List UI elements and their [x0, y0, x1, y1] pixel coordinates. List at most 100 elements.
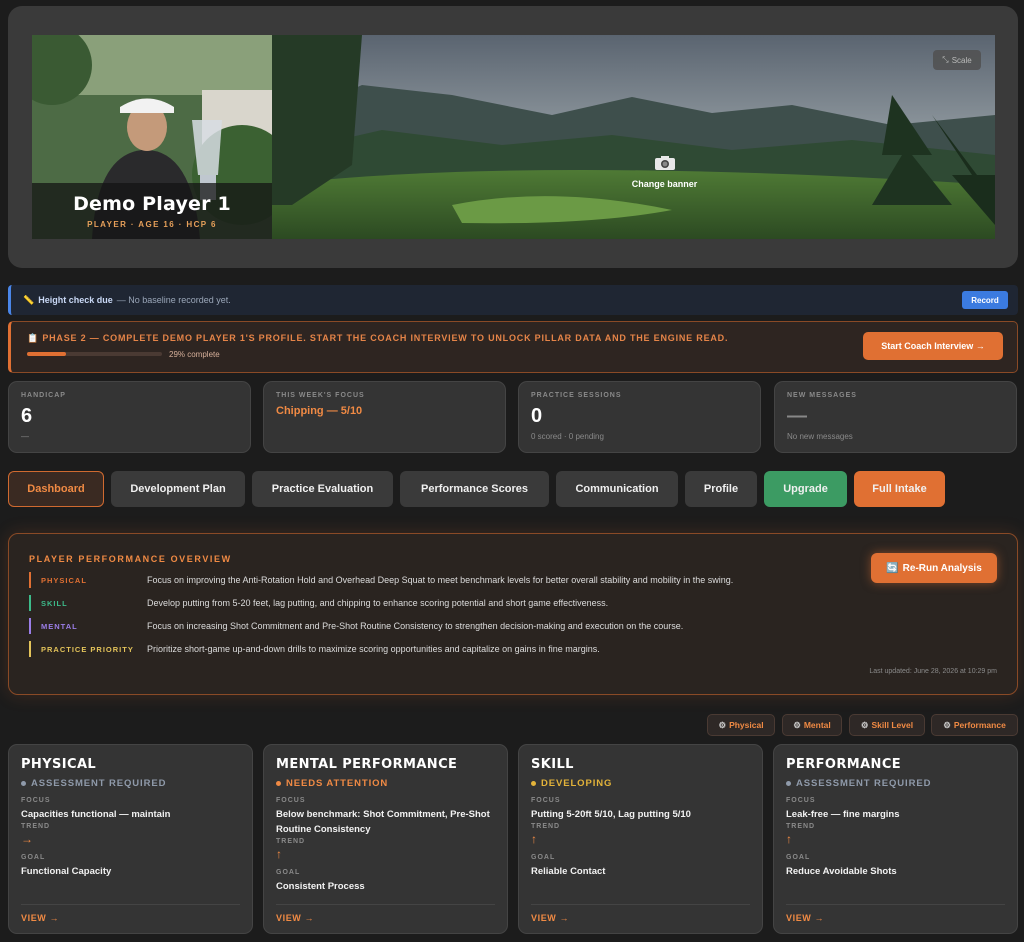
filter-performance[interactable]: ⚙ Performance: [931, 714, 1018, 736]
pillar-status: ASSESSMENT REQUIRED: [786, 778, 1005, 789]
status-label: DEVELOPING: [541, 778, 613, 789]
trend-arrow-icon: ↑: [786, 832, 792, 846]
focus-label: FOCUS: [786, 797, 816, 804]
overview-desc: Focus on improving the Anti-Rotation Hol…: [147, 575, 734, 585]
refresh-icon: 🔄: [886, 562, 899, 574]
height-check-alert: 📏 Height check due — No baseline recorde…: [8, 285, 1018, 315]
divider: [276, 904, 495, 905]
phase-text: 📋 PHASE 2 — COMPLETE DEMO PLAYER 1'S PRO…: [27, 333, 728, 344]
tab-performance-scores[interactable]: Performance Scores: [400, 471, 549, 507]
scale-label: Scale: [951, 55, 972, 65]
trend-arrow-icon: ↑: [276, 847, 282, 861]
filter-label: Performance: [953, 720, 1006, 730]
stat-sub: No new messages: [787, 432, 853, 441]
goal-value: Reduce Avoidable Shots: [786, 866, 897, 877]
stat-value: Chipping — 5/10: [276, 405, 363, 417]
pillar-status: DEVELOPING: [531, 778, 750, 789]
pillar-status: NEEDS ATTENTION: [276, 778, 495, 789]
pillar-title: PERFORMANCE: [786, 757, 902, 772]
rerun-analysis-button[interactable]: 🔄 Re-Run Analysis: [871, 553, 997, 583]
goal-label: GOAL: [276, 869, 301, 876]
pillar-title: SKILL: [531, 757, 574, 772]
overview-row-practice-priority: PRACTICE PRIORITY Prioritize short-game …: [29, 641, 600, 657]
tab-communication[interactable]: Communication: [556, 471, 678, 507]
filter-mental[interactable]: ⚙ Mental: [782, 714, 842, 736]
progress-label: 29% complete: [169, 350, 220, 359]
goal-label: GOAL: [21, 854, 46, 861]
phase-banner: 📋 PHASE 2 — COMPLETE DEMO PLAYER 1'S PRO…: [8, 321, 1018, 373]
change-banner-label: Change banner: [631, 179, 698, 189]
handicap-card: HANDICAP 6 —: [8, 381, 251, 453]
gear-icon: ⚙: [793, 719, 801, 730]
phase-label: PHASE 2 — COMPLETE DEMO PLAYER 1'S PROFI…: [42, 333, 729, 343]
divider: [21, 904, 240, 905]
view-link[interactable]: VIEW →: [531, 913, 569, 923]
stat-label: NEW MESSAGES: [787, 392, 857, 399]
profile-progress-bar: [27, 352, 162, 356]
trend-label: TREND: [276, 838, 306, 845]
banner-section: Demo Player 1 PLAYER · AGE 16 · HCP 6 Ch…: [8, 6, 1018, 268]
focus-value: Leak-free — fine margins: [786, 809, 900, 820]
overview-tag: MENTAL: [29, 618, 147, 634]
trend-label: TREND: [21, 823, 51, 830]
player-meta: PLAYER · AGE 16 · HCP 6: [87, 220, 217, 229]
overview-desc: Prioritize short-game up-and-down drills…: [147, 644, 600, 654]
ruler-icon: 📏: [23, 294, 35, 305]
focus-value: Putting 5-20ft 5/10, Lag putting 5/10: [531, 809, 691, 820]
filter-label: Mental: [803, 720, 831, 730]
tab-development-plan[interactable]: Development Plan: [111, 471, 245, 507]
new-messages-card: NEW MESSAGES — No new messages: [774, 381, 1017, 453]
pillar-title: MENTAL PERFORMANCE: [276, 757, 458, 772]
goal-label: GOAL: [786, 854, 811, 861]
focus-label: FOCUS: [531, 797, 561, 804]
tab-dashboard[interactable]: Dashboard: [8, 471, 104, 507]
trend-arrow-icon: ↑: [531, 832, 537, 846]
camera-icon: [654, 156, 675, 170]
record-button[interactable]: Record: [962, 291, 1008, 309]
tab-practice-evaluation[interactable]: Practice Evaluation: [252, 471, 393, 507]
weekly-focus-card: THIS WEEK'S FOCUS Chipping — 5/10: [263, 381, 506, 453]
filter-label: Physical: [729, 720, 764, 730]
gear-icon: ⚙: [718, 719, 727, 730]
pillar-status: ASSESSMENT REQUIRED: [21, 778, 240, 789]
last-updated: Last updated: June 28, 2026 at 10:29 pm: [869, 668, 997, 675]
stat-label: THIS WEEK'S FOCUS: [276, 392, 365, 399]
trend-label: TREND: [786, 823, 816, 830]
overview-tag: SKILL: [29, 595, 147, 611]
view-link[interactable]: VIEW →: [276, 913, 314, 923]
filter-physical[interactable]: ⚙ Physical: [707, 714, 775, 736]
goal-value: Reliable Contact: [531, 866, 606, 877]
full-intake-button[interactable]: Full Intake: [854, 471, 945, 507]
gear-icon: ⚙: [860, 719, 869, 730]
player-name: Demo Player 1: [73, 193, 231, 215]
status-dot: [531, 781, 536, 786]
pillar-card-physical: PHYSICAL ASSESSMENT REQUIRED FOCUS Capac…: [8, 744, 253, 934]
overview-desc: Focus on increasing Shot Commitment and …: [147, 621, 684, 631]
status-dot: [21, 781, 26, 786]
trend-label: TREND: [531, 823, 561, 830]
goal-label: GOAL: [531, 854, 556, 861]
focus-value: Below benchmark: Shot Commitment, Pre-Sh…: [276, 809, 490, 835]
view-link[interactable]: VIEW →: [786, 913, 824, 923]
banner-image[interactable]: Demo Player 1 PLAYER · AGE 16 · HCP 6 Ch…: [32, 35, 995, 239]
player-caption: Demo Player 1 PLAYER · AGE 16 · HCP 6: [32, 183, 272, 239]
change-banner-button[interactable]: Change banner: [612, 155, 717, 189]
overview-tag: PHYSICAL: [29, 572, 147, 588]
filter-skill-level[interactable]: ⚙ Skill Level: [849, 714, 925, 736]
overview-row-skill: SKILL Develop putting from 5-20 feet, la…: [29, 595, 608, 611]
resize-icon: ⤡: [942, 55, 949, 64]
focus-label: FOCUS: [21, 797, 51, 804]
scale-button[interactable]: ⤡ Scale: [933, 50, 981, 70]
view-link[interactable]: VIEW →: [21, 913, 59, 923]
tab-profile[interactable]: Profile: [685, 471, 757, 507]
status-dot: [276, 781, 281, 786]
status-label: NEEDS ATTENTION: [286, 778, 389, 789]
overview-tag: PRACTICE PRIORITY: [29, 641, 147, 657]
clipboard-icon: 📋: [27, 333, 40, 343]
pillar-card-performance: PERFORMANCE ASSESSMENT REQUIRED FOCUS Le…: [773, 744, 1018, 934]
status-label: ASSESSMENT REQUIRED: [796, 778, 932, 789]
divider: [786, 904, 1005, 905]
upgrade-button[interactable]: Upgrade: [764, 471, 847, 507]
stat-sub: —: [21, 432, 29, 441]
start-coach-interview-button[interactable]: Start Coach Interview →: [863, 332, 1003, 360]
